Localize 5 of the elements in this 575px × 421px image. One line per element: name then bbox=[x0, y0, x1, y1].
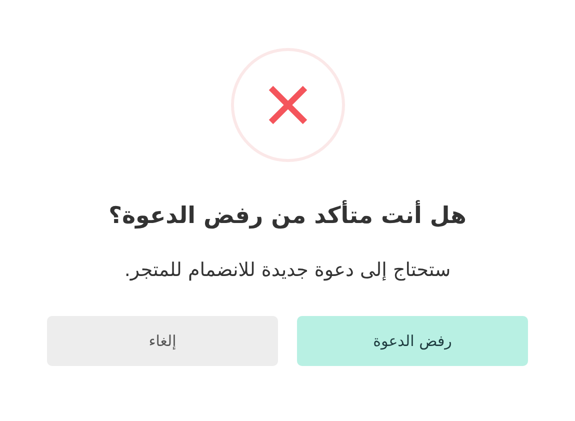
dialog-title: هل أنت متأكد من رفض الدعوة؟ bbox=[108, 200, 466, 232]
close-icon bbox=[266, 84, 308, 126]
dialog-message: ستحتاج إلى دعوة جديدة للانضمام للمتجر. bbox=[124, 258, 451, 283]
cancel-button[interactable]: إلغاء bbox=[47, 316, 278, 366]
reject-button[interactable]: رفض الدعوة bbox=[297, 316, 528, 366]
